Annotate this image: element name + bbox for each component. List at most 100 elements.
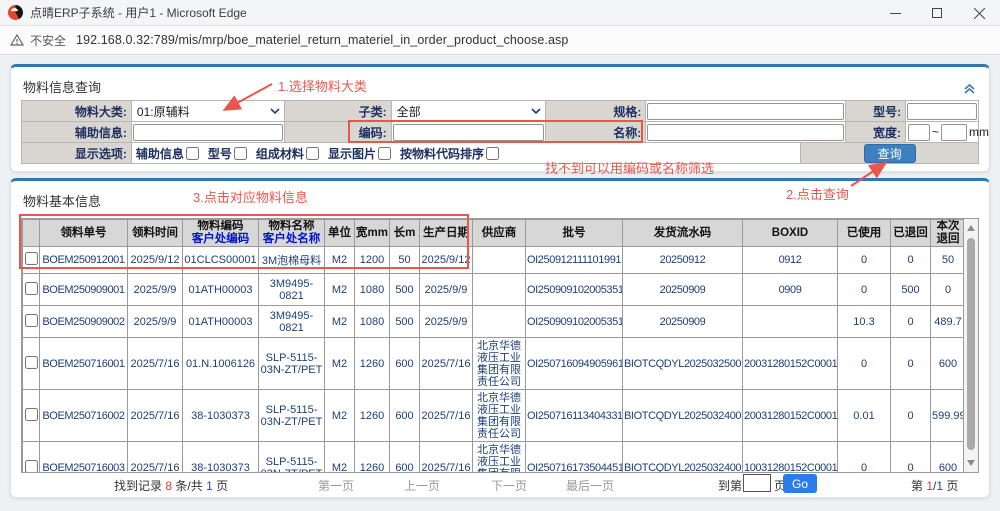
row-checkbox[interactable] (25, 282, 38, 295)
query-panel: 物料信息查询 物料大类: 01:原辅料 子类: 全部 规格: 型号: 辅助信息: (10, 64, 990, 172)
option-aux-label: 辅助信息 (136, 145, 184, 162)
table-row[interactable]: BOEM250909001 2025/9/9 01ATH00003 3M9495… (23, 274, 966, 306)
app-logo-icon (8, 5, 23, 20)
cell-returned: 0 (891, 442, 931, 474)
aux-input[interactable] (133, 124, 283, 141)
goto-page-input[interactable] (743, 474, 771, 492)
cell-returned: 0 (891, 247, 931, 274)
cell-select (23, 274, 40, 306)
name-input[interactable] (647, 124, 844, 141)
row-checkbox[interactable] (25, 408, 38, 421)
subcategory-select[interactable]: 全部 (392, 101, 547, 122)
model-input[interactable] (907, 103, 977, 120)
cell-width: 1080 (355, 274, 390, 306)
security-label: 不安全 (30, 32, 66, 49)
cell-ship-serial: BIOTCQDYL20250324001 (623, 390, 743, 442)
row-checkbox[interactable] (25, 460, 38, 473)
last-page-link[interactable]: 最后一页 (566, 477, 614, 494)
cell-order-no: BOEM250909002 (40, 306, 128, 338)
name-label: 名称: (546, 122, 646, 143)
category-select[interactable]: 01:原辅料 (132, 101, 285, 122)
option-material-label: 组成材料 (256, 145, 304, 162)
row-checkbox[interactable] (25, 252, 38, 265)
option-model-checkbox[interactable] (234, 147, 247, 160)
header-material-code: 物料编码客户处编码 (183, 220, 259, 247)
cell-supplier: 北京华德液压工业集团有限责任公司 (473, 338, 526, 390)
prev-page-link[interactable]: 上一页 (404, 477, 440, 494)
options-label: 显示选项: (22, 143, 132, 164)
close-icon[interactable] (958, 0, 1000, 26)
cell-used: 0 (838, 442, 891, 474)
option-aux-checkbox[interactable] (186, 147, 199, 160)
maximize-icon[interactable] (916, 0, 958, 26)
width-label: 宽度: (846, 122, 906, 143)
collapse-panel-icon[interactable] (963, 82, 976, 100)
url-text[interactable]: 192.168.0.32:789/mis/mrp/boe_materiel_re… (76, 33, 568, 47)
cell-batch-no: OI250909102005351 (526, 306, 623, 338)
cell-material-code: 01ATH00003 (183, 306, 259, 338)
width-min-input[interactable] (908, 124, 930, 141)
cell-batch-no: OI250716094905961 (526, 338, 623, 390)
cell-unit: M2 (325, 338, 355, 390)
cell-prod-date: 2025/9/9 (420, 306, 473, 338)
cell-batch-no: OI250716113404331 (526, 390, 623, 442)
total-pages: 1 (936, 479, 943, 493)
category-value: 01:原辅料 (137, 103, 190, 120)
next-page-link[interactable]: 下一页 (491, 477, 527, 494)
option-sort-checkbox[interactable] (486, 147, 499, 160)
go-button[interactable]: Go (783, 474, 817, 493)
cell-ship-serial: 20250909 (623, 306, 743, 338)
address-bar[interactable]: 不安全 192.168.0.32:789/mis/mrp/boe_materie… (0, 26, 1000, 55)
query-panel-title: 物料信息查询 (23, 77, 101, 96)
first-page-link[interactable]: 第一页 (318, 477, 354, 494)
header-ship-serial: 发货流水码 (623, 220, 743, 247)
cell-ship-serial: 20250912 (623, 247, 743, 274)
cell-boxid (743, 306, 838, 338)
spec-label: 规格: (546, 101, 646, 122)
option-image-checkbox[interactable] (378, 147, 391, 160)
cell-used: 0 (838, 247, 891, 274)
cell-material-name: 3M9495-0821 (259, 306, 325, 338)
search-button[interactable]: 查询 (864, 144, 916, 163)
pagination-footer: 找到记录 8 条/共 1 页 第一页 上一页 下一页 最后一页 到第 页 Go … (21, 474, 979, 497)
option-material-checkbox[interactable] (306, 147, 319, 160)
width-max-input[interactable] (941, 124, 967, 141)
scrollbar-up-icon[interactable] (967, 225, 975, 231)
cell-return-now: 50 (931, 247, 966, 274)
cell-unit: M2 (325, 390, 355, 442)
cell-returned: 0 (891, 338, 931, 390)
cell-width: 1260 (355, 390, 390, 442)
table-row[interactable]: BOEM250909002 2025/9/9 01ATH00003 3M9495… (23, 306, 966, 338)
cell-order-date: 2025/7/16 (128, 338, 183, 390)
warning-icon (10, 34, 24, 46)
cell-select (23, 442, 40, 474)
header-length: 长m (390, 220, 420, 247)
cell-return-now: 600 (931, 338, 966, 390)
cell-order-date: 2025/7/16 (128, 442, 183, 474)
material-table: 领料单号 领料时间 物料编码客户处编码 物料名称客户处名称 单位 宽mm 长m … (22, 219, 966, 473)
header-returned: 已退回 (891, 220, 931, 247)
minimize-icon[interactable] (874, 0, 916, 26)
cell-material-code: 01.N.1006126 (183, 338, 259, 390)
cell-return-now: 489.7 (931, 306, 966, 338)
scrollbar-down-icon[interactable] (967, 460, 975, 466)
code-input[interactable] (393, 124, 545, 141)
scrollbar-thumb[interactable] (967, 238, 975, 450)
table-row[interactable]: BOEM250912001 2025/9/12 01CLCS00001 3M泡棉… (23, 247, 966, 274)
cell-select (23, 390, 40, 442)
table-scrollbar[interactable] (963, 219, 978, 472)
goto-label: 到第 (718, 477, 742, 494)
table-row[interactable]: BOEM250716001 2025/7/16 01.N.1006126 SLP… (23, 338, 966, 390)
row-checkbox[interactable] (25, 314, 38, 327)
browser-titlebar: 点晴ERP子系统 - 用户1 - Microsoft Edge (0, 0, 1000, 26)
page-content: 物料信息查询 物料大类: 01:原辅料 子类: 全部 规格: 型号: 辅助信息: (0, 56, 1000, 511)
cell-order-no: BOEM250912001 (40, 247, 128, 274)
table-row[interactable]: BOEM250716003 2025/7/16 38-1030373 SLP-5… (23, 442, 966, 474)
annotation-step2: 2.点击查询 (786, 184, 849, 203)
spec-input[interactable] (647, 103, 844, 120)
cell-material-name: SLP-5115-03N-ZT/PET (259, 442, 325, 474)
header-order-date: 领料时间 (128, 220, 183, 247)
row-checkbox[interactable] (25, 356, 38, 369)
table-row[interactable]: BOEM250716002 2025/7/16 38-1030373 SLP-5… (23, 390, 966, 442)
header-supplier: 供应商 (473, 220, 526, 247)
